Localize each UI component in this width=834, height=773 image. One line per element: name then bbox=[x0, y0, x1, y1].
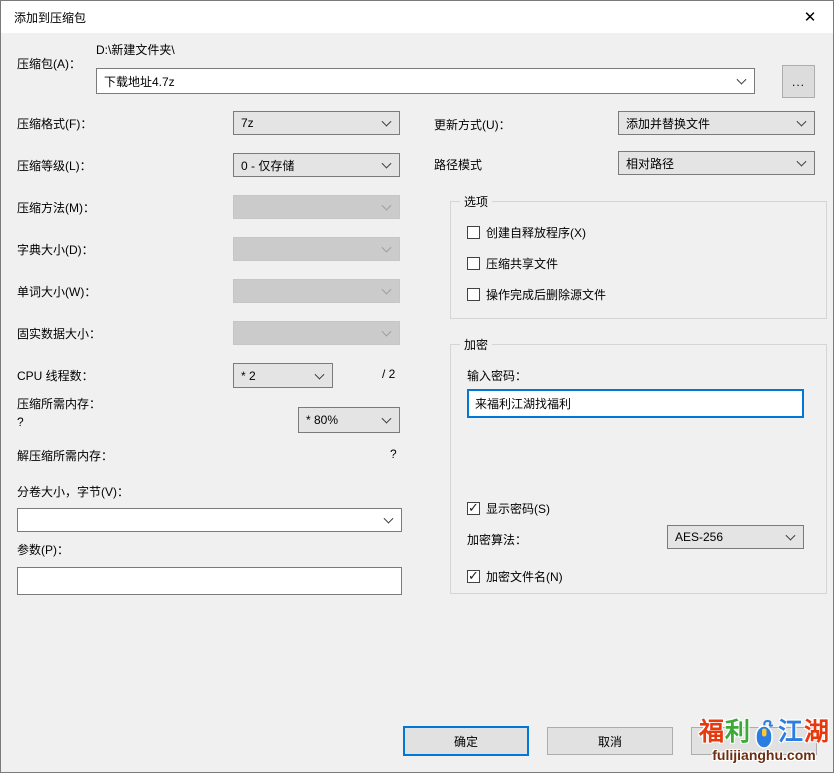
method-label: 压缩方法(M)： bbox=[17, 201, 95, 215]
checkbox-encrypt-filenames-label: 加密文件名(N) bbox=[486, 570, 563, 584]
chevron-down-icon bbox=[381, 413, 392, 424]
checkbox-delete-after[interactable]: 操作完成后删除源文件 bbox=[467, 286, 606, 303]
titlebar: 添加到压缩包 ✕ bbox=[1, 1, 833, 33]
options-group-title: 选项 bbox=[460, 193, 493, 210]
checkbox-delete-after-label: 操作完成后删除源文件 bbox=[486, 288, 607, 302]
chevron-down-icon bbox=[796, 116, 807, 127]
chevron-down-icon bbox=[796, 156, 807, 167]
checkbox-compress-shared-label: 压缩共享文件 bbox=[486, 257, 559, 271]
cpu-threads-label: CPU 线程数： bbox=[17, 369, 94, 383]
memory-label: 压缩所需内存： bbox=[17, 397, 102, 411]
level-label: 压缩等级(L)： bbox=[17, 159, 92, 173]
memory-unknown: ? bbox=[17, 415, 24, 429]
watermark-text: 福 利 江 湖 bbox=[695, 717, 833, 749]
solid-size-label: 固实数据大小： bbox=[17, 327, 102, 341]
ok-button[interactable]: 确定 bbox=[403, 726, 529, 756]
decompress-memory-label: 解压缩所需内存： bbox=[17, 449, 114, 463]
dialog-body: 压缩包(A)： D:\新建文件夹\ 下载地址4.7z ... 压缩格式(F)： … bbox=[1, 33, 833, 772]
window-title: 添加到压缩包 bbox=[14, 10, 87, 25]
update-mode-select[interactable]: 添加并替换文件 bbox=[618, 111, 815, 135]
compression-level-select[interactable]: 0 - 仅存储 bbox=[233, 153, 400, 177]
chevron-down-icon bbox=[381, 242, 392, 253]
chevron-down-icon bbox=[314, 369, 325, 380]
solid-block-size-select bbox=[233, 321, 400, 345]
archive-label: 压缩包(A)： bbox=[17, 57, 81, 71]
volume-size-label: 分卷大小，字节(V)： bbox=[17, 485, 129, 499]
encryption-group: 加密 输入密码： 显示密码(S) 加密算法： AES-256 加密文件名(N) bbox=[450, 336, 827, 594]
encryption-method-label: 加密算法： bbox=[467, 533, 528, 547]
update-mode-value: 添加并替换文件 bbox=[626, 116, 711, 131]
options-group: 选项 创建自释放程序(X) 压缩共享文件 操作完成后删除源文件 bbox=[450, 193, 827, 319]
path-mode-select[interactable]: 相对路径 bbox=[618, 151, 815, 175]
watermark-char: 福 bbox=[698, 718, 724, 746]
watermark-logo: 福 利 江 湖 fulijianghu.com bbox=[695, 717, 833, 763]
watermark-char: 利 bbox=[724, 718, 750, 746]
level-value: 0 - 仅存储 bbox=[241, 158, 295, 173]
archive-name-combobox[interactable]: 下载地址4.7z bbox=[96, 68, 755, 94]
cancel-button[interactable]: 取消 bbox=[547, 727, 673, 755]
encryption-group-title: 加密 bbox=[460, 336, 493, 353]
close-icon[interactable]: ✕ bbox=[787, 1, 833, 32]
format-label: 压缩格式(F)： bbox=[17, 117, 93, 131]
checkbox-show-password-label: 显示密码(S) bbox=[486, 502, 550, 516]
checkbox-create-sfx[interactable]: 创建自释放程序(X) bbox=[467, 224, 586, 241]
format-value: 7z bbox=[241, 116, 254, 130]
cpu-threads-select[interactable]: * 2 bbox=[233, 363, 333, 388]
volume-size-combobox[interactable] bbox=[17, 508, 402, 532]
chevron-down-icon bbox=[381, 200, 392, 211]
chevron-down-icon bbox=[383, 513, 394, 524]
checkbox-icon[interactable] bbox=[467, 288, 480, 301]
checkbox-icon[interactable] bbox=[467, 226, 480, 239]
checkbox-icon[interactable] bbox=[467, 568, 480, 584]
cpu-threads-max: / 2 bbox=[382, 367, 396, 381]
path-mode-value: 相对路径 bbox=[626, 156, 675, 171]
dictionary-size-select bbox=[233, 237, 400, 261]
update-mode-label: 更新方式(U)： bbox=[434, 118, 511, 132]
password-label: 输入密码： bbox=[467, 369, 528, 383]
memory-usage-value: * 80% bbox=[306, 413, 339, 427]
chevron-down-icon bbox=[381, 326, 392, 337]
cpu-threads-value: * 2 bbox=[241, 368, 256, 383]
encryption-method-value: AES-256 bbox=[675, 530, 724, 544]
encryption-method-select[interactable]: AES-256 bbox=[667, 525, 804, 549]
chevron-down-icon bbox=[381, 158, 392, 169]
checkbox-create-sfx-label: 创建自释放程序(X) bbox=[486, 226, 586, 240]
checkbox-compress-shared[interactable]: 压缩共享文件 bbox=[467, 255, 558, 272]
dictionary-label: 字典大小(D)： bbox=[17, 243, 94, 257]
decompress-memory-value: ? bbox=[390, 447, 397, 461]
chevron-down-icon bbox=[381, 116, 392, 127]
parameters-input[interactable] bbox=[17, 567, 402, 595]
chevron-down-icon bbox=[381, 284, 392, 295]
word-size-select bbox=[233, 279, 400, 303]
checkbox-icon[interactable] bbox=[467, 257, 480, 270]
watermark-char: 江 bbox=[778, 718, 804, 746]
password-input[interactable] bbox=[467, 389, 804, 418]
compression-method-select bbox=[233, 195, 400, 219]
archive-dir-text: D:\新建文件夹\ bbox=[96, 43, 175, 57]
browse-button[interactable]: ... bbox=[782, 65, 815, 98]
path-mode-label: 路径模式 bbox=[434, 158, 483, 172]
memory-usage-select[interactable]: * 80% bbox=[298, 407, 400, 433]
checkbox-encrypt-filenames[interactable]: 加密文件名(N) bbox=[467, 568, 563, 585]
watermark-domain: fulijianghu.com bbox=[712, 747, 816, 763]
archive-name-value: 下载地址4.7z bbox=[104, 74, 175, 89]
mouse-icon bbox=[755, 719, 773, 749]
parameters-label: 参数(P)： bbox=[17, 543, 69, 557]
checkbox-show-password[interactable]: 显示密码(S) bbox=[467, 500, 550, 517]
word-size-label: 单词大小(W)： bbox=[17, 285, 97, 299]
watermark-char: 湖 bbox=[804, 718, 830, 746]
add-to-archive-dialog: 添加到压缩包 ✕ 压缩包(A)： D:\新建文件夹\ 下载地址4.7z ... … bbox=[0, 0, 834, 773]
compression-format-select[interactable]: 7z bbox=[233, 111, 400, 135]
chevron-down-icon bbox=[785, 530, 796, 541]
checkbox-icon[interactable] bbox=[467, 500, 480, 516]
chevron-down-icon bbox=[736, 74, 747, 85]
